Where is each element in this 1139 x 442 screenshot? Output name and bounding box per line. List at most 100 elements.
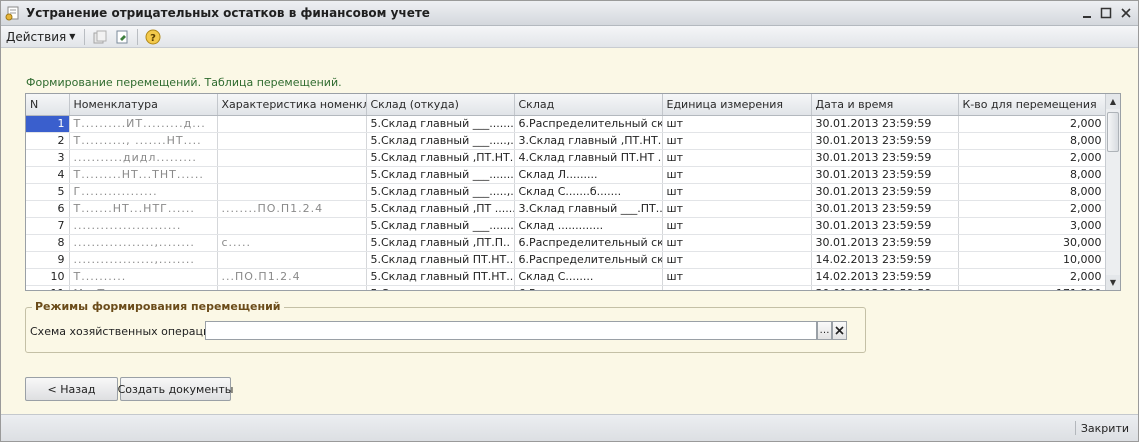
table-cell-to: 4.Склад главный ПТ.НТ ..... xyxy=(514,149,663,167)
table-cell-from: 5.Склад главный ПТ.НТ......... xyxy=(366,268,515,286)
table-cell-char: с..... xyxy=(217,234,367,252)
table-cell-unit: шт xyxy=(662,268,812,286)
modes-group: Режимы формирования перемещений Схема хо… xyxy=(25,300,866,353)
table-cell-to: 3.Склад главный ___.ПТ... xyxy=(514,200,663,218)
actions-menu[interactable]: Действия ▼ xyxy=(1,26,80,48)
scroll-up-icon[interactable]: ▲ xyxy=(1106,94,1120,109)
table-row[interactable]: 7........................ 5.Склад главный… xyxy=(26,217,1107,235)
scheme-label: Схема хозяйственных операций: xyxy=(30,325,222,338)
clear-icon xyxy=(835,326,844,335)
table-cell-char: .......... xyxy=(217,285,367,290)
column-header[interactable]: Единица измерения xyxy=(662,94,812,116)
form-content: Формирование перемещений. Таблица переме… xyxy=(1,49,1138,414)
main-window: Устранение отрицательных остатков в фина… xyxy=(0,0,1139,442)
table-cell-date: 30.01.2013 23:59:59 xyxy=(811,115,959,133)
table-row[interactable]: 6 Т.......НТ...НТГ...... ........ПО.П1.2.4… xyxy=(26,200,1107,218)
table-cell-unit xyxy=(662,285,812,290)
table-row[interactable]: 9..................,........ 5.Склад глав… xyxy=(26,251,1107,269)
table-cell-unit: шт xyxy=(662,149,812,167)
select-ellipsis-button[interactable]: … xyxy=(817,321,832,340)
table-cell-nom: ..................,........ xyxy=(69,251,218,269)
table-cell-n: 5 xyxy=(26,183,70,201)
table-cell-unit: шт xyxy=(662,251,812,269)
column-header[interactable]: Склад xyxy=(514,94,663,116)
group-title: Режимы формирования перемещений xyxy=(32,300,284,313)
table-cell-char xyxy=(217,251,367,269)
table-row[interactable]: 4 Т.........НТ...ТНТ...... 5.Склад главный… xyxy=(26,166,1107,184)
scroll-down-icon[interactable]: ▼ xyxy=(1106,275,1120,290)
movements-table[interactable]: N Номенклатура Характеристика номенкл...… xyxy=(25,93,1121,291)
table-cell-to: 6.Распределительный ск... xyxy=(514,115,663,133)
column-header[interactable]: Склад (откуда) xyxy=(366,94,515,116)
table-cell-nom: Т.......НТ...НТГ...... xyxy=(69,200,218,218)
table-row[interactable]: 3 ...........дидл......... 5.Склад главный… xyxy=(26,149,1107,167)
table-row[interactable]: 10 Т.......... ...ПО.П1.2.4 5.Склад главный… xyxy=(26,268,1107,286)
column-header[interactable]: N xyxy=(26,94,70,116)
close-button[interactable]: Закрити xyxy=(1081,422,1129,435)
clear-field-button[interactable] xyxy=(832,321,847,340)
table-cell-to: 6.Распределительный ск... xyxy=(514,234,663,252)
table-cell-nom: ...........дидл......... xyxy=(69,149,218,167)
status-bar: Закрити xyxy=(1,414,1138,441)
table-cell-date: 30.01.2013 23:59:59 xyxy=(811,132,959,150)
table-cell-date: 14.02.2013 23:59:59 xyxy=(811,251,959,269)
column-header[interactable]: К-во для перемещения xyxy=(958,94,1107,116)
table-row[interactable]: 8..................,........ с..... 5.Скла… xyxy=(26,234,1107,252)
copy-document-icon[interactable] xyxy=(90,28,110,46)
table-cell-nom: Т.........., .......НТ.... xyxy=(69,132,218,150)
table-cell-qty: 2,000 xyxy=(958,115,1107,133)
table-cell-unit: шт xyxy=(662,166,812,184)
table-cell-to: 6.Р......... xyxy=(514,285,663,290)
create-documents-button[interactable]: Создать документы xyxy=(118,377,233,401)
table-cell-unit: шт xyxy=(662,115,812,133)
table-cell-qty: 2,000 xyxy=(958,268,1107,286)
table-cell-qty: 2,000 xyxy=(958,200,1107,218)
table-cell-n: 2 xyxy=(26,132,70,150)
fill-document-icon[interactable] xyxy=(112,28,132,46)
table-cell-qty: 30,000 xyxy=(958,234,1107,252)
table-cell-from: 5.Склад главный ,ПТ.НТ.. ... xyxy=(366,149,515,167)
table-cell-date: 30.01.2013 23:59:59 xyxy=(811,285,959,290)
table-cell-char xyxy=(217,149,367,167)
table-cell-date: 14.02.2013 23:59:59 xyxy=(811,268,959,286)
table-cell-char xyxy=(217,132,367,150)
table-cell-qty: 10,000 xyxy=(958,251,1107,269)
maximize-icon[interactable] xyxy=(1098,5,1114,21)
table-cell-to: 3.Склад главный ,ПТ.НТ.. ... xyxy=(514,132,663,150)
table-row[interactable]: 2 Т.........., .......НТ.... 5.Склад главн… xyxy=(26,132,1107,150)
table-cell-from: 5.Склад главный ,ПТ.П.. ..... xyxy=(366,234,515,252)
table-cell-from: 5.Склад главный ___.....,... xyxy=(366,183,515,201)
column-header[interactable]: Номенклатура xyxy=(69,94,218,116)
minimize-icon[interactable] xyxy=(1079,5,1095,21)
scroll-thumb[interactable] xyxy=(1107,112,1119,152)
table-cell-unit: шт xyxy=(662,217,812,235)
help-icon[interactable]: ? xyxy=(143,28,163,46)
table-cell-n: 6 xyxy=(26,200,70,218)
scheme-input[interactable] xyxy=(205,321,817,340)
back-button[interactable]: < Назад xyxy=(25,377,118,401)
table-cell-qty: 3,000 xyxy=(958,217,1107,235)
table-cell-nom: Г................. xyxy=(69,183,218,201)
table-cell-from: 5.Склад главный ___........ xyxy=(366,115,515,133)
table-cell-char: ...ПО.П1.2.4 xyxy=(217,268,367,286)
vertical-scrollbar[interactable]: ▲ ▼ xyxy=(1105,94,1120,290)
table-cell-from: 5.Склад главный ___........ xyxy=(366,217,515,235)
table-cell-unit: шт xyxy=(662,234,812,252)
toolbar-divider xyxy=(84,28,86,45)
table-row[interactable]: 11М...Т...................5.С.........6.… xyxy=(26,285,1107,290)
table-row[interactable]: 5 Г................. 5.Склад главный ___..… xyxy=(26,183,1107,201)
dropdown-arrow-icon: ▼ xyxy=(69,32,76,41)
table-cell-nom: ........................ xyxy=(69,217,218,235)
table-cell-nom: Т.........НТ...ТНТ...... xyxy=(69,166,218,184)
toolbar-divider xyxy=(137,28,139,45)
table-cell-n: 11 xyxy=(26,285,70,290)
table-row[interactable]: 1 Т..........ИТ.........д... 5.Склад главн… xyxy=(26,115,1107,133)
table-cell-to: Склад С........ xyxy=(514,268,663,286)
form-icon xyxy=(5,5,21,21)
column-header[interactable]: Дата и время xyxy=(811,94,959,116)
column-header[interactable]: Характеристика номенкл... xyxy=(217,94,367,116)
close-icon[interactable] xyxy=(1118,5,1134,21)
status-divider xyxy=(1075,421,1076,435)
table-header: N Номенклатура Характеристика номенкл...… xyxy=(26,94,1107,116)
table-cell-qty: 2,000 xyxy=(958,149,1107,167)
